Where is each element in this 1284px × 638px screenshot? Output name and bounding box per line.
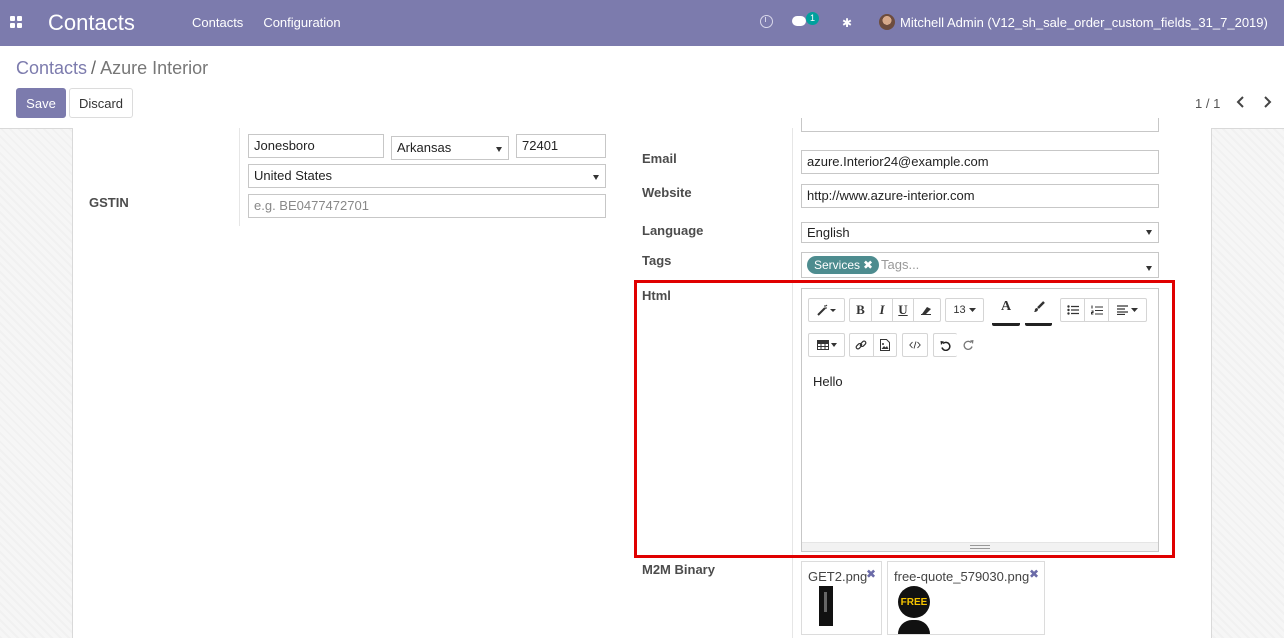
eraser-icon[interactable] [914,299,938,321]
remove-attachment-icon[interactable]: ✖ [866,567,876,581]
chevron-down-icon [1146,230,1152,235]
code-icon [903,334,927,356]
redo-button[interactable] [957,333,979,357]
menu-item-contacts[interactable]: Contacts [192,15,243,30]
m2m-binary-label: M2M Binary [642,562,715,577]
zip-field[interactable]: 72401 [516,134,606,158]
undo-icon [934,334,957,356]
user-avatar[interactable] [879,14,895,30]
code-view-button[interactable] [902,333,928,357]
tags-label: Tags [642,253,672,268]
country-value: United States [254,168,333,183]
text-format-group: B I U [849,298,941,322]
language-select[interactable]: English [801,222,1159,243]
redo-icon [957,333,979,355]
font-size-value: 13 [946,299,983,321]
save-button[interactable]: Save [16,88,66,118]
attachment-thumbnail-lower [898,620,930,634]
pager-next-icon[interactable] [1260,95,1274,109]
breadcrumb-current: Azure Interior [100,58,209,78]
country-select[interactable]: United States [248,164,606,188]
background-color-button[interactable] [1025,293,1052,326]
gstin-label: GSTIN [89,195,129,210]
html-editor-content[interactable]: Hello [813,374,843,389]
phone-field-partial[interactable] [801,118,1159,132]
remove-attachment-icon[interactable]: ✖ [1029,567,1039,581]
insert-group [849,333,897,357]
chevron-down-icon [593,175,599,180]
html-label: Html [642,288,671,303]
tags-input[interactable]: Tags... [881,257,919,272]
top-navbar: Contacts Contacts Configuration 1 ✱ Mitc… [0,0,1284,46]
city-field[interactable]: Jonesboro [248,134,384,158]
thumbnail-free-text: FREE [900,596,928,608]
debug-bug-icon[interactable]: ✱ [842,16,852,30]
tag-badge[interactable]: Services ✖ [807,256,880,274]
gstin-field[interactable]: e.g. BE0477472701 [248,194,606,218]
unordered-list-icon[interactable] [1061,299,1085,321]
table-icon [809,334,844,356]
chevron-down-icon [1146,266,1152,271]
thumbnail-text-strip [824,592,827,612]
attachment-card[interactable]: GET2.png ✖ [801,561,882,635]
state-value: Arkansas [397,140,452,155]
discard-button[interactable]: Discard [69,88,133,118]
column-divider [239,128,240,226]
ordered-list-icon[interactable] [1085,299,1109,321]
website-label: Website [642,185,692,200]
list-paragraph-group [1060,298,1147,322]
font-color-button[interactable]: A [992,293,1020,326]
font-size-label: 13 [953,304,966,316]
magic-wand-icon [809,299,844,321]
pager-value[interactable]: 1 / 1 [1195,96,1220,111]
messaging-icon[interactable] [792,16,806,26]
breadcrumb-separator: / [91,58,97,78]
editor-resize-handle[interactable] [802,542,1158,551]
resize-grip-icon [970,545,990,549]
underline-button[interactable]: U [893,299,914,321]
attachment-card[interactable]: free-quote_579030.png ✖ FREE [887,561,1045,635]
attachment-name: free-quote_579030.png [894,569,1030,584]
website-field[interactable]: http://www.azure-interior.com [801,184,1159,208]
image-icon[interactable] [874,334,897,356]
email-label: Email [642,151,677,166]
tag-label: Services [814,258,861,272]
user-menu[interactable]: Mitchell Admin (V12_sh_sale_order_custom… [900,15,1268,30]
attachment-thumbnail: FREE [898,586,930,618]
link-icon[interactable] [850,334,874,356]
message-count-badge: 1 [806,12,820,25]
chevron-down-icon [496,147,502,152]
state-select[interactable]: Arkansas [391,136,509,160]
activity-clock-icon[interactable] [760,15,773,28]
app-title: Contacts [48,10,135,35]
style-dropdown[interactable] [808,298,845,322]
undo-button[interactable] [933,333,957,357]
paragraph-align-icon[interactable] [1109,299,1146,321]
paint-brush-icon [1025,293,1052,321]
apps-menu-icon[interactable] [10,16,22,28]
attachment-thumbnail [819,586,833,626]
bold-button[interactable]: B [850,299,872,321]
breadcrumb-parent[interactable]: Contacts [16,58,87,78]
italic-button[interactable]: I [872,299,893,321]
language-value: English [807,225,850,240]
attachment-name: GET2.png [808,569,868,584]
menu-item-configuration[interactable]: Configuration [263,15,340,30]
remove-tag-icon[interactable]: ✖ [863,258,873,272]
breadcrumb: Contacts / Azure Interior [16,58,208,79]
font-size-dropdown[interactable]: 13 [945,298,984,322]
email-field[interactable]: azure.Interior24@example.com [801,150,1159,174]
text-color-icon: A [1000,299,1012,314]
main-menu: Contacts Configuration [192,15,341,30]
html-editor[interactable]: B I U 13 A Hello [801,288,1159,552]
table-dropdown[interactable] [808,333,845,357]
language-label: Language [642,223,704,238]
pager-previous-icon[interactable] [1234,95,1248,109]
